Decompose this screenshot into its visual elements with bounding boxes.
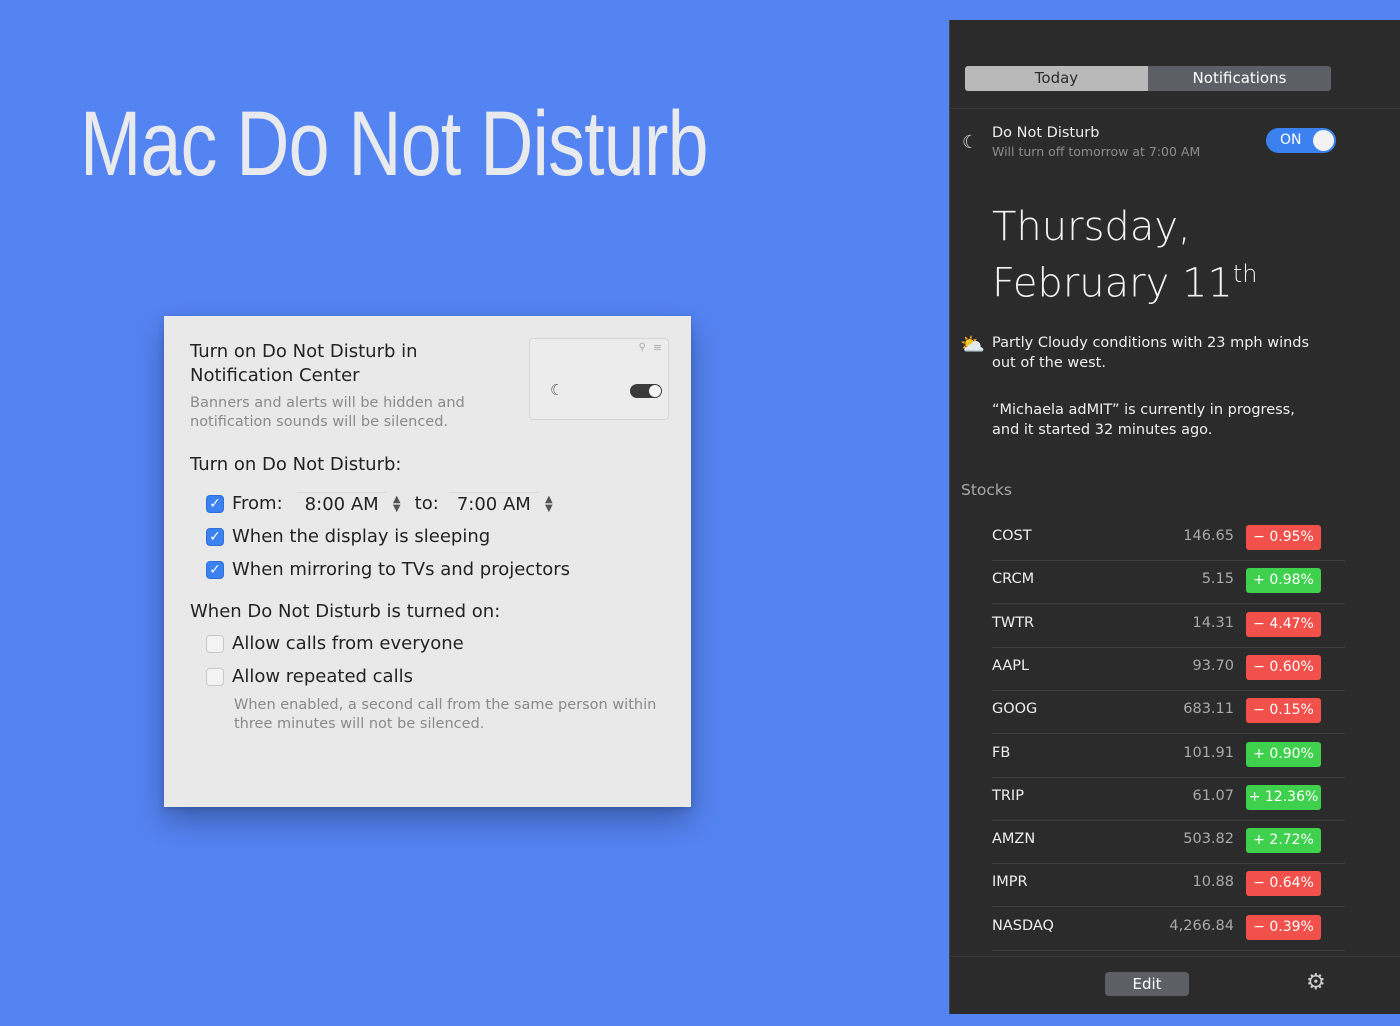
page-title: Mac Do Not Disturb — [80, 93, 709, 195]
stock-row[interactable]: COST 146.65 − 0.95% — [992, 517, 1345, 561]
stock-price: 503.82 — [1183, 831, 1234, 848]
notification-center-preview: ⚲ ≡ ☾ — [529, 338, 669, 420]
stock-price: 14.31 — [1192, 614, 1234, 631]
gear-icon[interactable]: ⚙ — [1306, 970, 1326, 995]
allow-calls-checkbox[interactable] — [206, 634, 224, 653]
search-icon: ⚲ — [638, 342, 646, 353]
from-time-stepper[interactable]: ▲ ▼ — [391, 494, 403, 513]
stock-row[interactable]: NASDAQ 4,266.84 − 0.39% — [992, 907, 1345, 951]
tab-bar: Today Notifications — [965, 66, 1331, 91]
dnd-preferences-pane: Turn on Do Not Disturb in Notification C… — [164, 316, 691, 807]
date-suffix: th — [1232, 260, 1258, 288]
stock-change-badge[interactable]: − 0.39% — [1246, 914, 1321, 940]
stock-price: 10.88 — [1192, 874, 1234, 891]
date-text: February 11 — [992, 260, 1233, 307]
stock-price: 5.15 — [1201, 571, 1234, 588]
to-time-field[interactable]: 7:00 AM — [448, 492, 539, 515]
to-time-stepper[interactable]: ▲ ▼ — [543, 494, 555, 513]
stock-price: 93.70 — [1192, 657, 1234, 674]
moon-icon: ☾ — [962, 132, 979, 153]
dnd-subtitle: Will turn off tomorrow at 7:00 AM — [992, 144, 1201, 159]
weather-summary: Partly Cloudy conditions with 23 mph win… — [992, 335, 1310, 371]
mirroring-row[interactable]: ✓ When mirroring to TVs and projectors — [206, 559, 570, 580]
stock-price: 101.91 — [1183, 744, 1234, 761]
stock-price: 61.07 — [1192, 787, 1234, 804]
mirroring-label: When mirroring to TVs and projectors — [232, 559, 571, 580]
section-when-on-heading: When Do Not Disturb is turned on: — [190, 601, 501, 622]
stock-change-badge[interactable]: − 0.95% — [1246, 525, 1321, 550]
prefs-description: Banners and alerts will be hidden and no… — [190, 395, 465, 430]
stock-symbol: FB — [992, 744, 1011, 761]
date-month-day: February 11th — [992, 251, 1257, 307]
allow-repeated-row[interactable]: Allow repeated calls — [206, 666, 413, 687]
dnd-toggle-preview — [630, 384, 662, 398]
stock-change-badge[interactable]: + 12.36% — [1246, 784, 1321, 810]
tab-notifications[interactable]: Notifications — [1148, 66, 1331, 91]
stock-symbol: NASDAQ — [992, 917, 1054, 934]
stock-row[interactable]: AAPL 93.70 − 0.60% — [992, 647, 1345, 691]
list-icon: ≡ — [652, 341, 662, 354]
dnd-toggle[interactable]: ON — [1266, 128, 1336, 153]
calendar-event-summary: “Michaela adMIT” is currently in progres… — [992, 402, 1295, 438]
tab-today[interactable]: Today — [965, 66, 1148, 91]
stock-row[interactable]: AMZN 503.82 + 2.72% — [992, 820, 1345, 865]
from-label: From: — [232, 493, 283, 514]
display-sleeping-row[interactable]: ✓ When the display is sleeping — [206, 526, 490, 547]
stock-symbol: GOOG — [992, 701, 1038, 718]
stock-row[interactable]: TWTR 14.31 − 4.47% — [992, 604, 1345, 648]
stock-symbol: TWTR — [992, 614, 1035, 631]
stock-row[interactable]: GOOG 683.11 − 0.15% — [992, 690, 1345, 735]
stock-price: 146.65 — [1183, 528, 1234, 544]
allow-calls-row[interactable]: Allow calls from everyone — [206, 633, 464, 654]
stock-change-badge[interactable]: + 0.98% — [1246, 568, 1321, 594]
stock-price: 683.11 — [1183, 701, 1234, 718]
footer-divider — [950, 956, 1400, 957]
allow-calls-label: Allow calls from everyone — [232, 633, 464, 654]
stock-row[interactable]: CRCM 5.15 + 0.98% — [992, 560, 1345, 605]
mirroring-checkbox[interactable]: ✓ — [206, 560, 224, 579]
section-turn-on-heading: Turn on Do Not Disturb: — [190, 454, 402, 475]
display-sleeping-label: When the display is sleeping — [232, 526, 491, 547]
stock-change-badge[interactable]: + 0.90% — [1246, 741, 1321, 767]
stock-row[interactable]: FB 101.91 + 0.90% — [992, 734, 1345, 778]
date-weekday: Thursday, — [992, 204, 1191, 250]
notification-center-panel: Today Notifications ☾ Do Not Disturb Wil… — [949, 20, 1400, 1014]
stock-symbol: COST — [992, 528, 1032, 544]
prefs-title: Turn on Do Not Disturb in Notification C… — [190, 341, 418, 386]
stock-row[interactable]: TRIP 61.07 + 12.36% — [992, 777, 1345, 821]
stock-change-badge[interactable]: − 0.15% — [1246, 698, 1321, 724]
repeated-calls-note: When enabled, a second call from the sam… — [234, 697, 657, 732]
allow-repeated-label: Allow repeated calls — [232, 666, 413, 687]
stock-change-badge[interactable]: + 2.72% — [1246, 828, 1321, 854]
stock-row[interactable]: IMPR 10.88 − 0.64% — [992, 863, 1345, 908]
stock-change-badge[interactable]: − 0.64% — [1246, 871, 1321, 897]
header-divider — [950, 108, 1400, 109]
allow-repeated-checkbox[interactable] — [206, 667, 224, 686]
from-time-field[interactable]: 8:00 AM — [296, 492, 387, 515]
to-label: to: — [414, 493, 439, 514]
stocks-heading: Stocks — [961, 481, 1012, 499]
edit-button[interactable]: Edit — [1105, 972, 1189, 996]
stock-symbol: AMZN — [992, 831, 1036, 848]
stock-price: 4,266.84 — [1169, 917, 1234, 934]
display-sleeping-checkbox[interactable]: ✓ — [206, 527, 224, 546]
stock-symbol: CRCM — [992, 571, 1035, 588]
from-checkbox[interactable]: ✓ — [206, 494, 224, 513]
from-row: ✓ From: 8:00 AM ▲ ▼ to: 7:00 AM ▲ ▼ — [206, 492, 567, 515]
date-display: Thursday, February 11th — [992, 204, 1257, 307]
partly-cloudy-icon: ⛅ — [960, 332, 985, 356]
stock-symbol: AAPL — [992, 657, 1030, 674]
stock-change-badge[interactable]: − 4.47% — [1246, 611, 1321, 637]
stock-symbol: IMPR — [992, 874, 1028, 891]
stock-symbol: TRIP — [992, 787, 1024, 804]
moon-icon: ☾ — [550, 381, 564, 399]
dnd-title: Do Not Disturb — [992, 125, 1100, 141]
stock-change-badge[interactable]: − 0.60% — [1246, 654, 1321, 680]
